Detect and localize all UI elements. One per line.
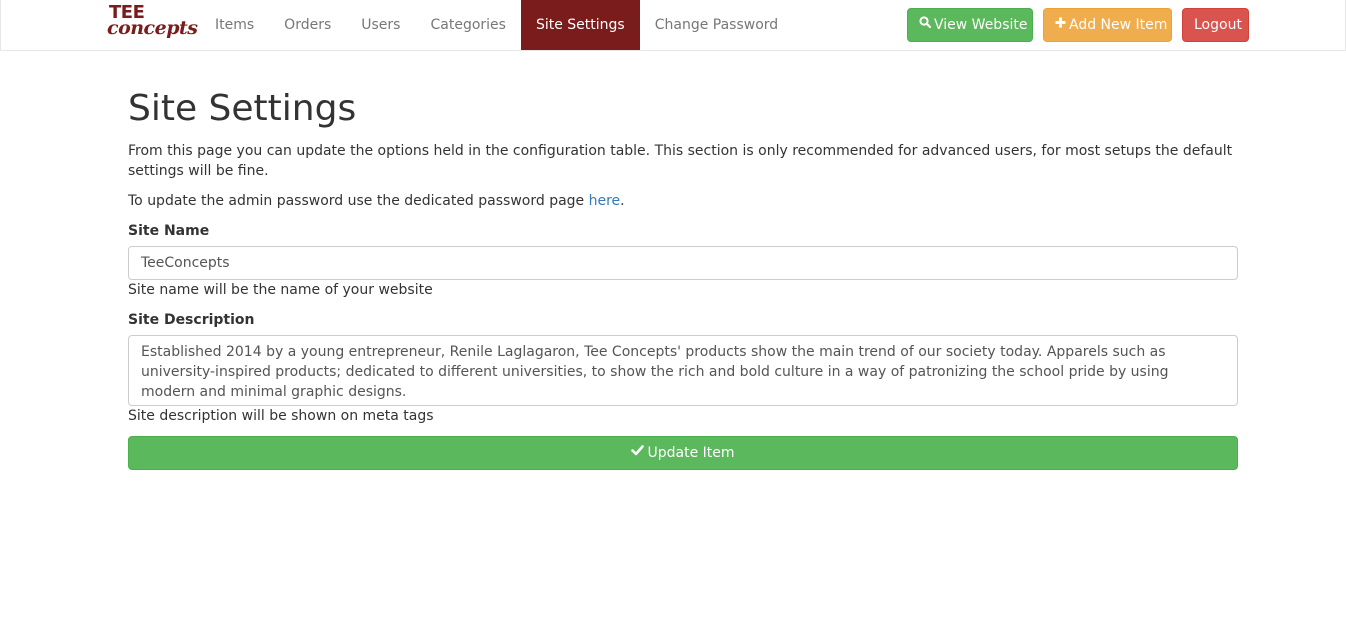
view-website-button[interactable]: View Website bbox=[907, 8, 1033, 42]
page-title: Site Settings bbox=[128, 88, 357, 129]
add-new-item-button[interactable]: Add New Item bbox=[1043, 8, 1172, 42]
nav-item-orders[interactable]: Orders bbox=[269, 0, 346, 50]
update-item-button[interactable]: Update Item bbox=[128, 436, 1238, 470]
password-note: To update the admin password use the ded… bbox=[128, 191, 625, 211]
view-website-label: View Website bbox=[934, 17, 1028, 33]
nav-item-site-settings[interactable]: Site Settings bbox=[520, 0, 640, 50]
site-description-help: Site description will be shown on meta t… bbox=[128, 408, 434, 424]
plus-icon bbox=[1055, 8, 1066, 40]
site-description-label: Site Description bbox=[128, 312, 255, 328]
password-page-link[interactable]: here bbox=[589, 193, 621, 209]
search-icon bbox=[919, 8, 932, 40]
nav-item-users[interactable]: Users bbox=[346, 0, 415, 50]
password-note-text: To update the admin password use the ded… bbox=[128, 193, 589, 209]
nav-item-change-password[interactable]: Change Password bbox=[640, 0, 793, 50]
top-navbar: TEE concepts Items Orders Users Categori… bbox=[0, 0, 1346, 51]
site-name-input[interactable]: TeeConcepts bbox=[128, 246, 1238, 280]
brand-logo-concepts: concepts bbox=[107, 17, 198, 39]
check-icon bbox=[631, 436, 645, 468]
site-name-label: Site Name bbox=[128, 223, 210, 239]
nav-item-categories[interactable]: Categories bbox=[415, 0, 520, 50]
update-item-label: Update Item bbox=[647, 445, 735, 461]
page-intro: From this page you can update the option… bbox=[128, 143, 1233, 179]
add-new-item-label: Add New Item bbox=[1069, 17, 1168, 33]
nav-item-items[interactable]: Items bbox=[200, 0, 269, 50]
nav-links: Items Orders Users Categories Site Setti… bbox=[200, 0, 793, 50]
brand-logo[interactable]: TEE concepts bbox=[107, 2, 198, 47]
site-description-textarea[interactable]: Established 2014 by a young entrepreneur… bbox=[128, 335, 1238, 406]
password-note-suffix: . bbox=[620, 193, 625, 209]
site-name-help: Site name will be the name of your websi… bbox=[128, 282, 433, 298]
logout-button[interactable]: Logout bbox=[1182, 8, 1249, 42]
